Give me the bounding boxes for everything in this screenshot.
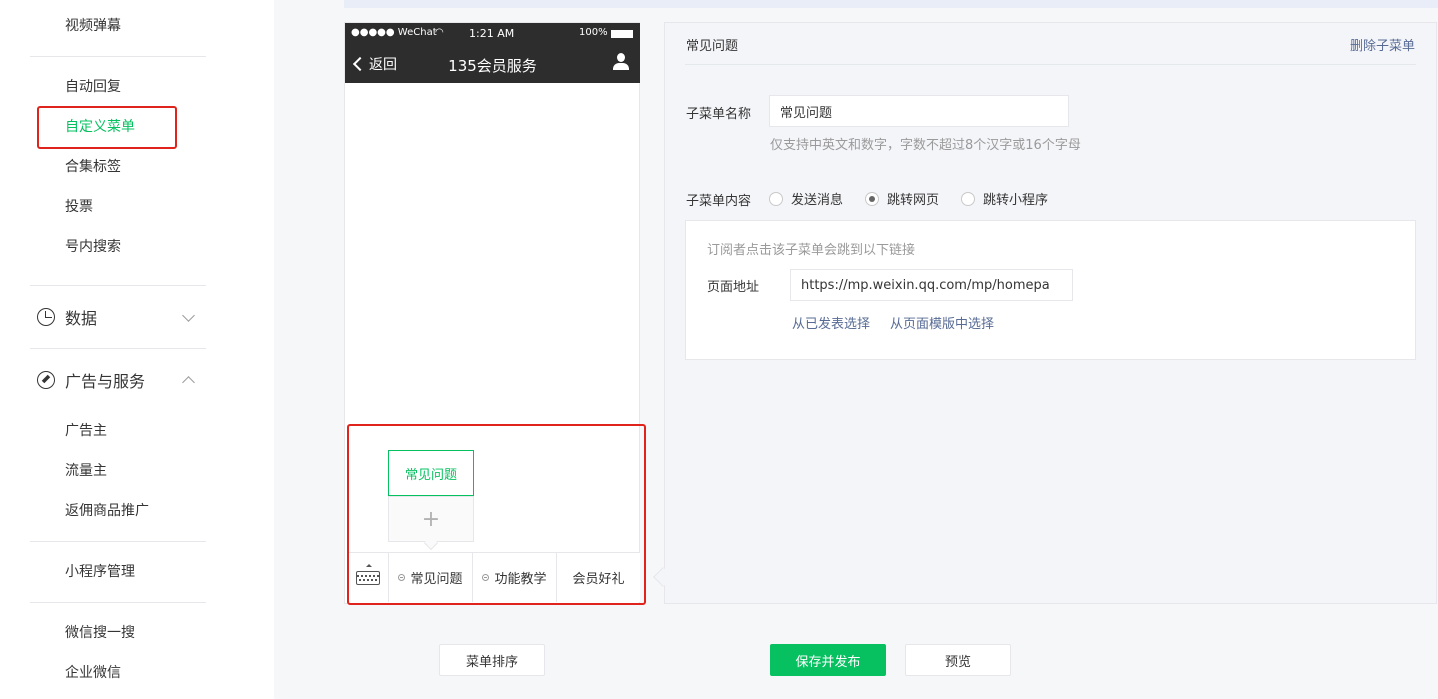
select-published-link[interactable]: 从已发表选择 — [792, 313, 870, 332]
sidebar-item-collection-tags[interactable]: 合集标签 — [65, 157, 121, 177]
sidebar: 视频弹幕 自动回复 自定义菜单 合集标签 投票 号内搜索 数据 广告与服务 广告… — [0, 0, 274, 699]
sidebar-divider — [30, 541, 206, 542]
radio-jump-webpage[interactable]: 跳转网页 — [865, 189, 939, 208]
radio-circle — [769, 191, 783, 206]
submenu-name-label: 子菜单名称 — [686, 107, 752, 122]
page-url-label: 页面地址 — [707, 280, 760, 295]
submenu-name-input[interactable] — [769, 95, 1069, 127]
sidebar-section-ads-services[interactable]: 广告与服务 — [37, 368, 207, 392]
highlight-box-phone-menu — [347, 424, 646, 605]
radio-send-message[interactable]: 发送消息 — [769, 189, 843, 208]
sidebar-item-auto-reply[interactable]: 自动回复 — [65, 77, 121, 97]
editor-divider — [685, 64, 1416, 65]
top-strip — [344, 0, 1438, 8]
chevron-down-icon — [181, 309, 197, 325]
save-publish-button[interactable]: 保存并发布 — [770, 644, 886, 676]
sidebar-divider — [30, 348, 206, 349]
sidebar-section-label: 数据 — [65, 309, 98, 328]
sidebar-item-commission-promotion[interactable]: 返佣商品推广 — [65, 501, 149, 521]
menu-sort-button[interactable]: 菜单排序 — [439, 644, 545, 676]
sidebar-divider — [30, 602, 206, 603]
sidebar-divider — [30, 56, 206, 57]
highlight-box-custom-menu — [37, 106, 177, 149]
wifi-icon: ◠ — [435, 27, 444, 38]
sidebar-item-wechat-search[interactable]: 微信搜一搜 — [65, 623, 135, 643]
phone-header: ●●●●● WeChat ◠ 1:21 AM 100% 返回 135会员服务 — [345, 23, 640, 83]
sidebar-divider — [30, 285, 206, 286]
sidebar-item-in-account-search[interactable]: 号内搜索 — [65, 237, 121, 257]
radio-label: 跳转小程序 — [983, 193, 1049, 208]
sidebar-item-vote[interactable]: 投票 — [65, 197, 93, 217]
select-template-link[interactable]: 从页面模版中选择 — [890, 313, 994, 332]
radio-label: 发送消息 — [791, 193, 844, 208]
chevron-up-icon — [181, 372, 197, 388]
sidebar-section-label: 广告与服务 — [65, 372, 146, 391]
radio-circle — [865, 191, 880, 206]
sidebar-item-advertiser[interactable]: 广告主 — [65, 421, 107, 441]
page-url-input[interactable] — [790, 269, 1073, 301]
battery-icon — [611, 30, 633, 38]
delete-submenu-link[interactable]: 删除子菜单 — [1350, 35, 1415, 54]
content-type-radios: 发送消息 跳转网页 跳转小程序 — [769, 189, 1070, 208]
url-description: 订阅者点击该子菜单会跳到以下链接 — [707, 243, 916, 258]
status-time: 1:21 AM — [469, 27, 515, 40]
preview-button[interactable]: 预览 — [905, 644, 1011, 676]
submenu-editor: 常见问题 删除子菜单 子菜单名称 仅支持中英文和数字，字数不超过8个汉字或16个… — [664, 22, 1437, 604]
radio-label: 跳转网页 — [887, 193, 940, 208]
submenu-name-hint: 仅支持中英文和数字，字数不超过8个汉字或16个字母 — [770, 138, 1081, 153]
url-settings-box: 订阅者点击该子菜单会跳到以下链接 页面地址 从已发表选择 从页面模版中选择 — [685, 220, 1416, 360]
sidebar-item-publisher[interactable]: 流量主 — [65, 461, 107, 481]
user-icon[interactable] — [612, 53, 630, 71]
sidebar-item-mini-program[interactable]: 小程序管理 — [65, 562, 135, 582]
sidebar-item-video-danmaku[interactable]: 视频弹幕 — [65, 16, 121, 36]
radio-circle — [961, 191, 976, 206]
status-carrier: ●●●●● WeChat — [351, 27, 437, 38]
radio-jump-mini-program[interactable]: 跳转小程序 — [961, 189, 1048, 208]
sidebar-section-data[interactable]: 数据 — [37, 305, 207, 329]
compass-icon — [37, 371, 55, 389]
phone-title: 135会员服务 — [448, 57, 537, 75]
submenu-content-label: 子菜单内容 — [686, 194, 752, 209]
editor-title: 常见问题 — [686, 39, 739, 54]
status-battery: 100% — [579, 27, 608, 38]
sidebar-item-wecom[interactable]: 企业微信 — [65, 663, 121, 683]
pie-chart-icon — [37, 308, 55, 326]
